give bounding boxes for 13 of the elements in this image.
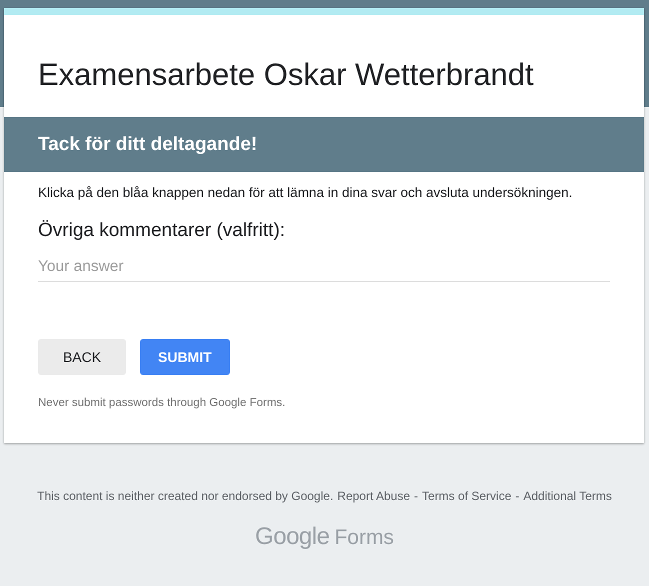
form-title: Examensarbete Oskar Wetterbrandt — [38, 56, 535, 94]
section-title: Tack för ditt deltagande! — [38, 134, 258, 156]
footer-link[interactable]: Additional Terms — [523, 489, 612, 503]
disclaimer-text: This content is neither created nor endorsed by Google. — [37, 489, 334, 503]
section-description: Klicka på den blåa knappen nedan för att lämna in dina svar och avsluta undersökningen. — [38, 185, 574, 200]
submit-button[interactable]: SUBMIT — [140, 339, 230, 375]
password-warning: Never submit passwords through Google Forms. — [38, 397, 286, 409]
separator-text: - — [414, 489, 418, 503]
question-label: Övriga kommentarer (valfritt): — [38, 220, 286, 242]
back-button[interactable]: BACK — [38, 339, 126, 375]
footer-link[interactable]: Terms of Service — [422, 489, 512, 503]
footer-link[interactable]: Report Abuse — [337, 489, 410, 503]
separator-text: - — [515, 489, 520, 503]
